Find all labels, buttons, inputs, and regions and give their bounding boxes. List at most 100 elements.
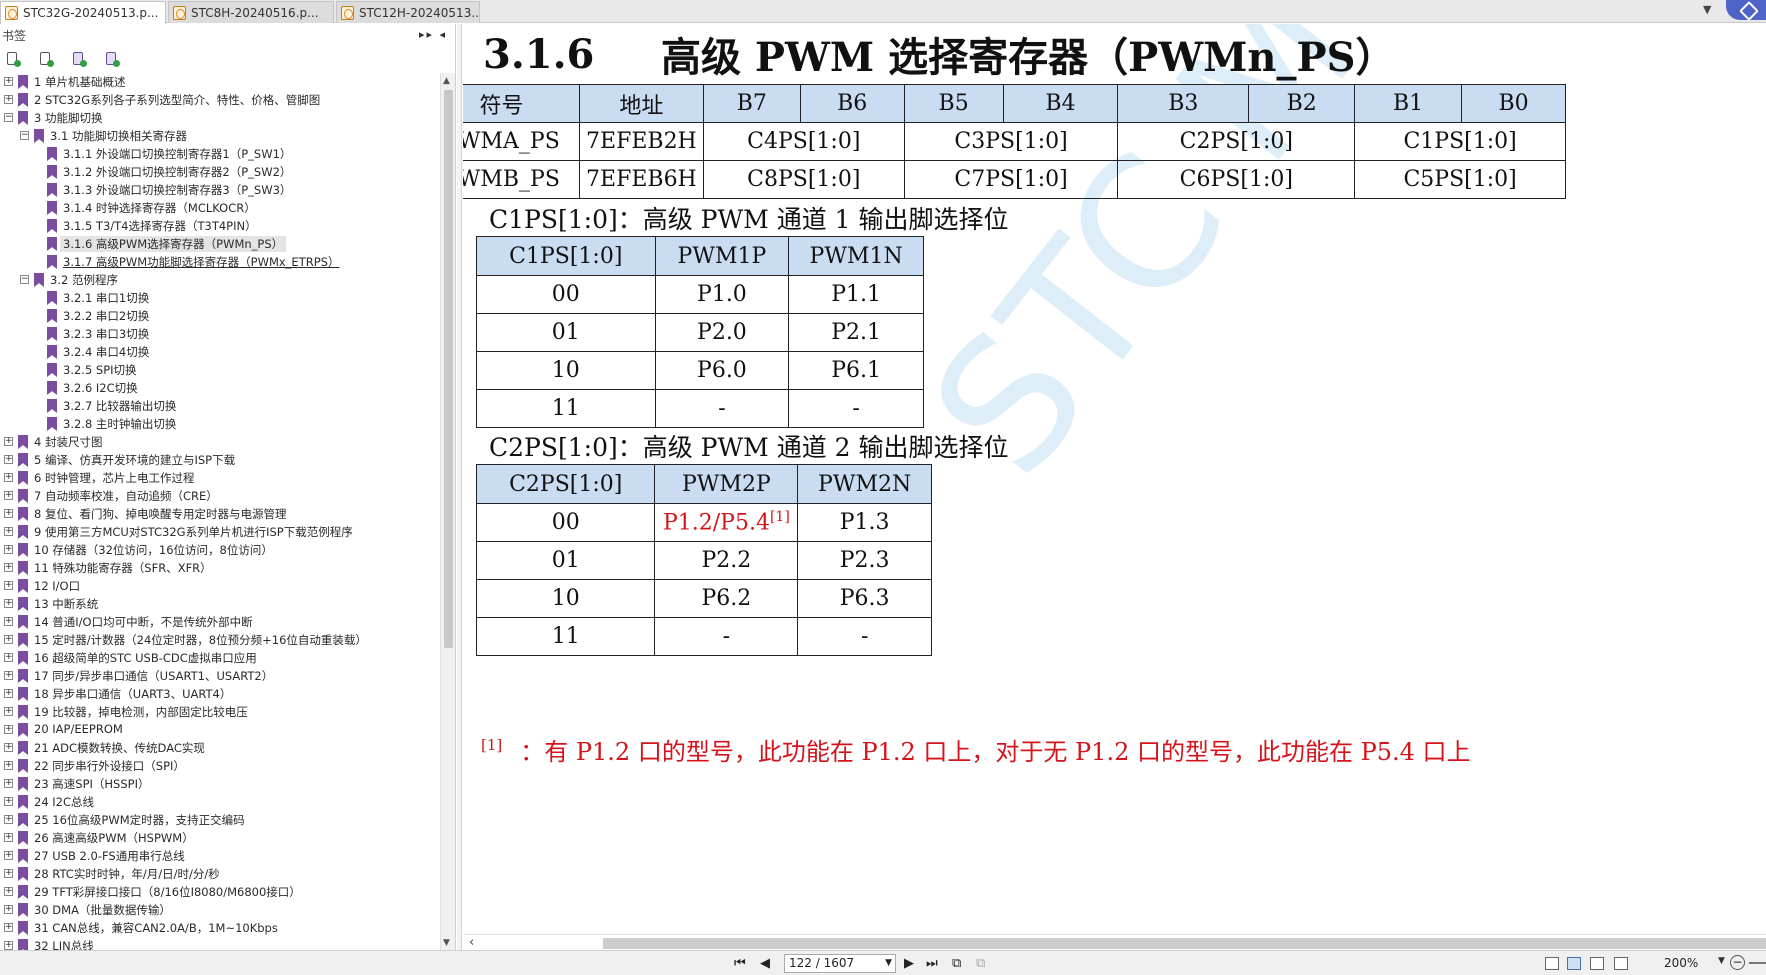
copy-page-icon[interactable]: ⧉: [952, 956, 961, 971]
last-page-icon[interactable]: ⏭: [926, 956, 938, 971]
panel-collapse-icon[interactable]: ▸▸ ◂: [419, 28, 447, 41]
tab-stc32g[interactable]: STC32G-20240513.p... ×: [0, 1, 166, 24]
sidebar-item-bookmark[interactable]: +31 CAN总线，兼容CAN2.0A/B，1M~10Kbps: [0, 919, 440, 937]
sidebar-item-bookmark[interactable]: +13 中断系统: [0, 595, 440, 613]
sidebar-item-bookmark[interactable]: +15 定时器/计数器（24位定时器，8位预分频+16位自动重装载）: [0, 631, 440, 649]
collapse-icon[interactable]: −: [20, 275, 29, 284]
sidebar-item-bookmark[interactable]: +26 高速高级PWM（HSPWM）: [0, 829, 440, 847]
sidebar-item-bookmark[interactable]: 3.2.3 串口3切换: [0, 325, 440, 343]
expand-icon[interactable]: +: [4, 923, 13, 932]
single-page-view-icon[interactable]: [1545, 957, 1559, 970]
sidebar-item-bookmark[interactable]: +16 超级简单的STC USB-CDC虚拟串口应用: [0, 649, 440, 667]
expand-icon[interactable]: +: [4, 779, 13, 788]
horizontal-scrollbar-thumb[interactable]: [603, 938, 1766, 949]
scroll-left-icon[interactable]: ‹: [469, 935, 474, 950]
page-number-input[interactable]: 122 / 1607 ▼: [784, 954, 896, 973]
previous-page-icon[interactable]: ◀: [760, 956, 770, 971]
sidebar-item-bookmark[interactable]: +14 普通I/O口均可中断，不是传统外部中断: [0, 613, 440, 631]
expand-icon[interactable]: +: [4, 797, 13, 806]
expand-icon[interactable]: +: [4, 707, 13, 716]
sidebar-item-bookmark[interactable]: +17 同步/异步串口通信（USART1、USART2）: [0, 667, 440, 685]
expand-icon[interactable]: +: [4, 653, 13, 662]
expand-icon[interactable]: +: [4, 455, 13, 464]
sidebar-item-bookmark[interactable]: +29 TFT彩屏接口接口（8/16位I8080/M6800接口）: [0, 883, 440, 901]
expand-icon[interactable]: +: [4, 437, 13, 446]
sidebar-item-bookmark[interactable]: − 3.1 功能脚切换相关寄存器: [0, 127, 440, 145]
expand-icon[interactable]: +: [4, 743, 13, 752]
tab-stc8h[interactable]: STC8H-20240516.p...: [168, 1, 334, 23]
expand-icon[interactable]: +: [4, 887, 13, 896]
sidebar-item-bookmark[interactable]: 3.2.8 主时钟输出切换: [0, 415, 440, 433]
paste-page-icon[interactable]: ⧉: [976, 956, 985, 971]
expand-icon[interactable]: +: [4, 95, 13, 104]
expand-icon[interactable]: +: [4, 563, 13, 572]
sidebar-item-bookmark[interactable]: +4 封装尺寸图: [0, 433, 440, 451]
expand-icon[interactable]: +: [4, 491, 13, 500]
expand-icon[interactable]: +: [4, 815, 13, 824]
sidebar-item-bookmark[interactable]: +6 时钟管理，芯片上电工作过程: [0, 469, 440, 487]
expand-icon[interactable]: +: [4, 581, 13, 590]
expand-icon[interactable]: +: [4, 905, 13, 914]
chevron-down-icon[interactable]: ▼: [885, 955, 892, 972]
sidebar-item-bookmark[interactable]: 3.1.1 外设端口切换控制寄存器1（P_SW1）: [0, 145, 440, 163]
continuous-view-icon[interactable]: [1567, 957, 1581, 970]
sidebar-item-bookmark[interactable]: 3.1.3 外设端口切换控制寄存器3（P_SW3）: [0, 181, 440, 199]
expand-icon[interactable]: +: [4, 509, 13, 518]
tab-list-dropdown-icon[interactable]: ▼: [1703, 3, 1711, 16]
collapse-icon[interactable]: −: [4, 113, 13, 122]
expand-icon[interactable]: +: [4, 869, 13, 878]
sidebar-item-bookmark[interactable]: +25 16位高级PWM定时器，支持正交编码: [0, 811, 440, 829]
expand-icon[interactable]: +: [4, 671, 13, 680]
zoom-out-icon[interactable]: −: [1730, 955, 1745, 970]
bookmark-scrollbar[interactable]: ▲ ▼: [440, 73, 455, 950]
bookmark-find-icon[interactable]: [104, 51, 120, 67]
sidebar-item-bookmark[interactable]: +21 ADC模数转换、传统DAC实现: [0, 739, 440, 757]
sidebar-item-bookmark[interactable]: 3.1.4 时钟选择寄存器（MCLKOCR）: [0, 199, 440, 217]
sidebar-item-bookmark[interactable]: 3.2.5 SPI切换: [0, 361, 440, 379]
sidebar-item-bookmark[interactable]: 3.2.6 I2C切换: [0, 379, 440, 397]
sidebar-item-bookmark[interactable]: +1 单片机基础概述: [0, 73, 440, 91]
sidebar-item-bookmark[interactable]: 3.1.5 T3/T4选择寄存器（T3T4PIN）: [0, 217, 440, 235]
bookmark-add-icon[interactable]: [71, 51, 87, 67]
expand-icon[interactable]: +: [4, 833, 13, 842]
edit-pen-icon[interactable]: [1726, 0, 1766, 20]
sidebar-item-bookmark[interactable]: +10 存储器（32位访问，16位访问，8位访问）: [0, 541, 440, 559]
scroll-down-icon[interactable]: ▼: [443, 938, 450, 948]
expand-icon[interactable]: +: [4, 599, 13, 608]
expand-icon[interactable]: +: [4, 545, 13, 554]
sidebar-item-bookmark[interactable]: +9 使用第三方MCU对STC32G系列单片机进行ISP下载范例程序: [0, 523, 440, 541]
sidebar-item-bookmark[interactable]: +20 IAP/EEPROM: [0, 721, 440, 739]
sidebar-item-bookmark[interactable]: − 3 功能脚切换: [0, 109, 440, 127]
sidebar-item-bookmark[interactable]: +27 USB 2.0-FS通用串行总线: [0, 847, 440, 865]
first-page-icon[interactable]: ⏮: [734, 956, 746, 971]
sidebar-item-bookmark[interactable]: 3.2.7 比较器输出切换: [0, 397, 440, 415]
expand-icon[interactable]: +: [4, 77, 13, 86]
next-page-icon[interactable]: ▶: [904, 956, 914, 971]
sidebar-item-bookmark[interactable]: 3.2.1 串口1切换: [0, 289, 440, 307]
sidebar-item-bookmark[interactable]: +23 高速SPI（HSSPI）: [0, 775, 440, 793]
document-horizontal-scrollbar[interactable]: ‹: [463, 934, 1766, 950]
sidebar-item-bookmark[interactable]: +28 RTC实时时钟，年/月/日/时/分/秒: [0, 865, 440, 883]
expand-icon[interactable]: +: [4, 473, 13, 482]
facing-view-icon[interactable]: [1590, 957, 1604, 970]
sidebar-item-bookmark[interactable]: − 3.2 范例程序: [0, 271, 440, 289]
expand-icon[interactable]: +: [4, 725, 13, 734]
sidebar-item-bookmark[interactable]: +32 LIN总线: [0, 937, 440, 950]
sidebar-item-bookmark[interactable]: +8 复位、看门狗、掉电唤醒专用定时器与电源管理: [0, 505, 440, 523]
footnote-reference[interactable]: [1]: [770, 509, 790, 525]
scrollbar-thumb[interactable]: [444, 90, 453, 648]
sidebar-item-bookmark[interactable]: +18 异步串口通信（UART3、UART4）: [0, 685, 440, 703]
expand-icon[interactable]: +: [4, 851, 13, 860]
sidebar-item-bookmark[interactable]: +22 同步串行外设接口（SPI）: [0, 757, 440, 775]
sidebar-item-bookmark[interactable]: +11 特殊功能寄存器（SFR、XFR）: [0, 559, 440, 577]
expand-icon[interactable]: +: [4, 617, 13, 626]
expand-icon[interactable]: +: [4, 527, 13, 536]
zoom-dropdown-icon[interactable]: ▼: [1718, 956, 1725, 966]
zoom-level[interactable]: 200%: [1664, 956, 1698, 970]
sidebar-item-bookmark[interactable]: 3.1.6 高级PWM选择寄存器（PWMn_PS）: [0, 235, 440, 253]
sidebar-item-bookmark[interactable]: +5 编译、仿真开发环境的建立与ISP下载: [0, 451, 440, 469]
panel-splitter[interactable]: [457, 24, 462, 950]
sidebar-item-bookmark[interactable]: +2 STC32G系列各子系列选型简介、特性、价格、管脚图: [0, 91, 440, 109]
sidebar-item-bookmark[interactable]: 3.1.2 外设端口切换控制寄存器2（P_SW2）: [0, 163, 440, 181]
bookmark-collapse-icon[interactable]: [38, 51, 54, 67]
